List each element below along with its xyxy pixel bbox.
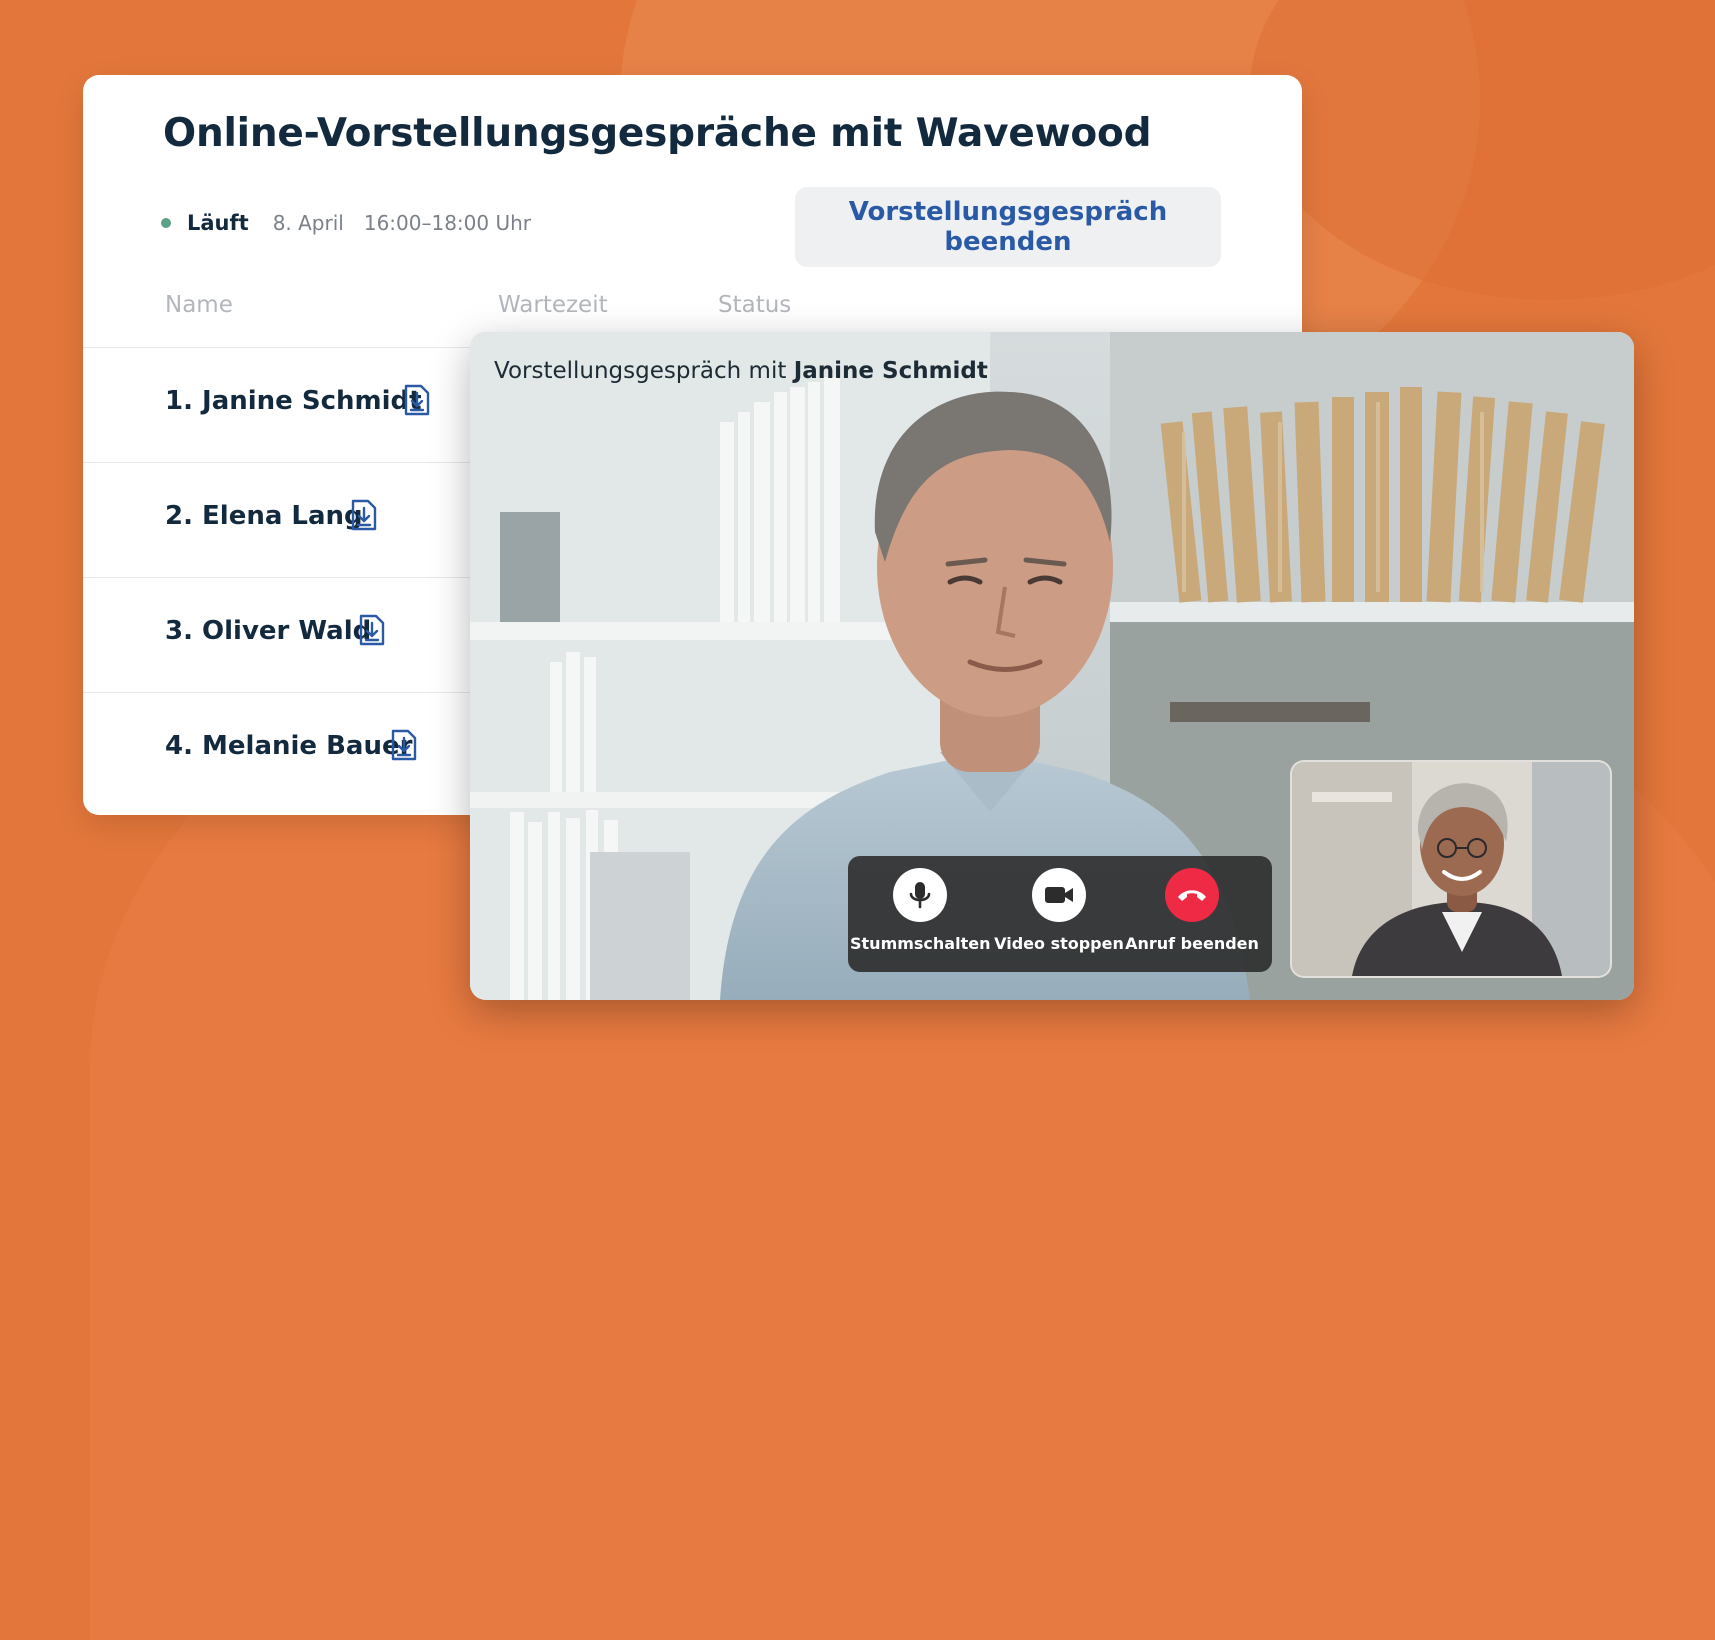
column-header-name[interactable]: Name bbox=[165, 292, 233, 318]
status-badge: Läuft bbox=[187, 211, 249, 235]
end-interview-button[interactable]: Vorstellungsgespräch beenden bbox=[795, 187, 1221, 267]
document-download-icon[interactable] bbox=[404, 384, 430, 416]
mute-label: Stummschalten bbox=[850, 934, 991, 953]
candidate-name[interactable]: 2. Elena Lang bbox=[165, 501, 363, 531]
session-date: 8. April bbox=[272, 211, 344, 235]
document-download-icon[interactable] bbox=[391, 729, 417, 761]
end-call-label: Anruf beenden bbox=[1125, 934, 1259, 953]
self-view-feed bbox=[1292, 762, 1610, 976]
candidate-name[interactable]: 1. Janine Schmidt bbox=[165, 386, 422, 416]
column-header-status[interactable]: Status bbox=[718, 292, 791, 318]
session-meta: Läuft 8. April 16:00–18:00 Uhr bbox=[161, 211, 531, 235]
document-download-icon[interactable] bbox=[351, 499, 377, 531]
call-caption: Vorstellungsgespräch mit Janine Schmidt bbox=[494, 358, 988, 384]
candidate-name[interactable]: 4. Melanie Bauer bbox=[165, 731, 412, 761]
stop-video-label: Video stoppen bbox=[994, 934, 1124, 953]
video-call-window: Vorstellungsgespräch mit Janine Schmidt … bbox=[470, 332, 1634, 1000]
status-dot-icon bbox=[161, 218, 171, 228]
microphone-icon[interactable] bbox=[893, 868, 947, 922]
call-caption-name: Janine Schmidt bbox=[793, 358, 988, 384]
candidate-name[interactable]: 3. Oliver Wald bbox=[165, 616, 371, 646]
call-caption-prefix: Vorstellungsgespräch mit bbox=[494, 358, 787, 384]
column-header-wait[interactable]: Wartezeit bbox=[498, 292, 608, 318]
page-title: Online-Vorstellungsgespräche mit Wavewoo… bbox=[163, 111, 1152, 156]
call-controls: Stummschalten Video stoppen Anruf beende… bbox=[848, 856, 1272, 972]
phone-hangup-icon[interactable] bbox=[1165, 868, 1219, 922]
self-view-video[interactable] bbox=[1290, 760, 1612, 978]
mute-button[interactable]: Stummschalten bbox=[850, 868, 990, 953]
end-call-button[interactable]: Anruf beenden bbox=[1122, 868, 1262, 953]
video-camera-icon[interactable] bbox=[1032, 868, 1086, 922]
stop-video-button[interactable]: Video stoppen bbox=[989, 868, 1129, 953]
session-time: 16:00–18:00 Uhr bbox=[363, 211, 532, 235]
document-download-icon[interactable] bbox=[359, 614, 385, 646]
